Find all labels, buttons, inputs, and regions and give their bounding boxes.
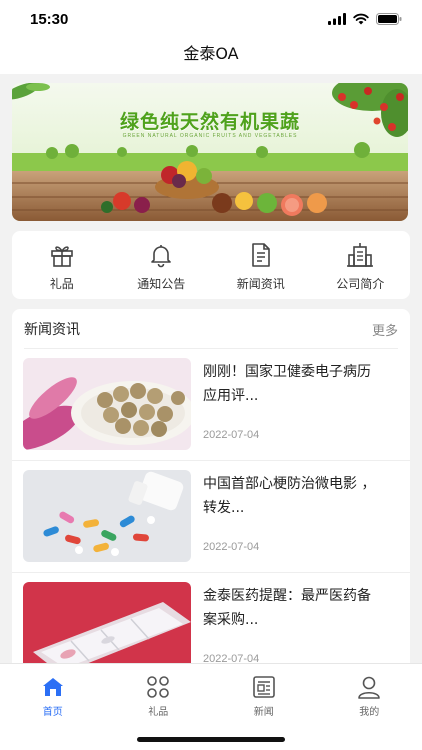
quick-item-label: 新闻资讯	[236, 277, 285, 291]
signal-icon	[328, 13, 346, 25]
page-title: 金泰OA	[183, 44, 239, 63]
home-indicator	[137, 737, 285, 742]
quick-menu: 礼品 通知公告 新闻资讯 公司简介	[12, 231, 410, 299]
tab-home[interactable]: 首页	[0, 664, 106, 750]
promo-banner[interactable]: 绿色纯天然有机果蔬 GREEN NATURAL ORGANIC FRUITS A…	[12, 83, 408, 221]
quick-item-news[interactable]: 新闻资讯	[211, 231, 311, 299]
news-thumbnail	[23, 358, 191, 450]
news-item[interactable]: 刚刚！国家卫健委电子病历应用评... 2022-07-04	[12, 349, 410, 461]
news-more-link[interactable]: 更多	[372, 320, 398, 339]
quick-item-label: 公司简介	[336, 277, 385, 291]
status-icons	[328, 13, 402, 25]
tab-label: 我的	[359, 707, 380, 718]
status-time: 15:30	[30, 11, 69, 28]
newspaper-icon	[251, 674, 277, 700]
quick-item-company[interactable]: 公司简介	[311, 231, 411, 299]
news-title: 中国首部心梗防治微电影 ，转发...	[203, 476, 376, 516]
news-thumbnail	[23, 470, 191, 562]
banner-image	[12, 83, 408, 221]
building-icon	[345, 240, 375, 270]
user-icon	[356, 674, 382, 700]
news-item[interactable]: 金泰医药提醒：最严医药备案采购... 2022-07-04	[12, 573, 410, 669]
tab-label: 礼品	[148, 707, 169, 718]
battery-icon	[376, 13, 402, 25]
home-icon	[40, 674, 66, 700]
status-bar: 15:30	[0, 0, 422, 40]
news-section-title: 新闻资讯	[24, 322, 80, 338]
news-title: 金泰医药提醒：最严医药备案采购...	[203, 588, 371, 628]
quick-item-label: 礼品	[49, 277, 74, 291]
tab-label: 首页	[42, 707, 63, 718]
news-thumbnail	[23, 582, 191, 669]
quick-item-label: 通知公告	[137, 277, 186, 291]
wifi-icon	[353, 13, 369, 25]
bell-icon	[146, 240, 176, 270]
tab-profile[interactable]: 我的	[317, 664, 422, 750]
grid-icon	[145, 674, 171, 700]
gift-icon	[47, 240, 77, 270]
quick-item-notices[interactable]: 通知公告	[112, 231, 212, 299]
news-title: 刚刚！国家卫健委电子病历应用评...	[203, 364, 371, 404]
news-date: 2022-07-04	[203, 541, 260, 553]
document-icon	[246, 240, 276, 270]
tab-label: 新闻	[253, 707, 274, 718]
news-panel: 新闻资讯 更多 刚刚！国家卫健委电子病历应用评... 2022-07-04 中国…	[12, 309, 410, 669]
quick-item-gifts[interactable]: 礼品	[12, 231, 112, 299]
banner-headline: 绿色纯天然有机果蔬	[119, 111, 300, 133]
news-header: 新闻资讯 更多	[24, 309, 398, 349]
nav-header: 金泰OA	[0, 40, 422, 74]
banner-subline: GREEN NATURAL ORGANIC FRUITS AND VEGETAB…	[122, 133, 298, 139]
news-item[interactable]: 中国首部心梗防治微电影 ，转发... 2022-07-04	[12, 461, 410, 573]
news-date: 2022-07-04	[203, 429, 260, 441]
